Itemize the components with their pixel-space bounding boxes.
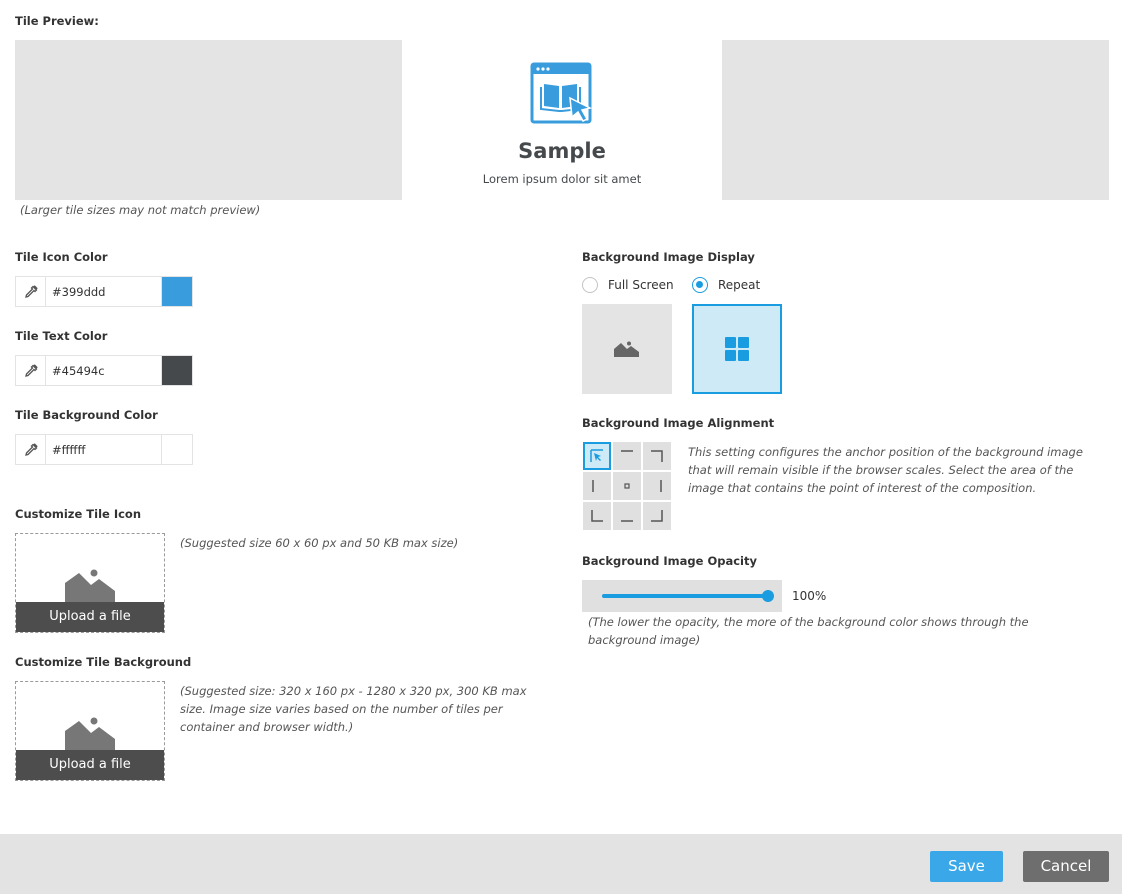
- grid-tiles-icon: [725, 337, 749, 361]
- icon-upload-note: (Suggested size 60 x 60 px and 50 KB max…: [180, 536, 459, 550]
- book-browser-icon: [530, 62, 594, 124]
- customize-tile-icon-label: Customize Tile Icon: [15, 507, 142, 521]
- icon-upload-button[interactable]: Upload a file: [16, 602, 164, 632]
- save-button[interactable]: Save: [930, 851, 1003, 882]
- opacity-note: (The lower the opacity, the more of the …: [588, 615, 1029, 647]
- alignment-note: This setting configures the anchor posit…: [688, 445, 1083, 495]
- background-display-label: Background Image Display: [582, 250, 755, 264]
- preview-note: (Larger tile sizes may not match preview…: [20, 203, 261, 217]
- tile-text-color-field: [15, 355, 193, 386]
- sample-title: Sample: [518, 139, 606, 163]
- tile-icon-color-swatch[interactable]: [162, 277, 192, 306]
- align-bottom-left[interactable]: [583, 502, 611, 530]
- tile-preview-label: Tile Preview:: [15, 14, 99, 28]
- tile-background-color-swatch[interactable]: [162, 435, 192, 464]
- corner-top-right-icon: [651, 450, 663, 462]
- tile-background-color-label: Tile Background Color: [15, 408, 158, 422]
- edge-left-icon: [592, 480, 594, 492]
- background-upload-button[interactable]: Upload a file: [16, 750, 164, 780]
- background-upload-note: (Suggested size: 320 x 160 px - 1280 x 3…: [180, 684, 527, 734]
- center-point-icon: [624, 483, 630, 489]
- tile-text-color-input[interactable]: [46, 356, 162, 385]
- preview-right-panel: [722, 40, 1109, 200]
- align-bottom-right[interactable]: [643, 502, 671, 530]
- tile-icon-color-label: Tile Icon Color: [15, 250, 108, 264]
- eyedropper-icon[interactable]: [16, 356, 46, 385]
- background-alignment-label: Background Image Alignment: [582, 416, 775, 430]
- display-repeat-card[interactable]: [692, 304, 782, 394]
- align-top-left[interactable]: [583, 442, 611, 470]
- corner-bottom-right-icon: [651, 510, 663, 522]
- image-placeholder-icon: [614, 341, 639, 357]
- background-opacity-label: Background Image Opacity: [582, 554, 757, 568]
- cancel-button[interactable]: Cancel: [1023, 851, 1109, 882]
- sample-subtitle: Lorem ipsum dolor sit amet: [482, 172, 642, 186]
- opacity-value: 100%: [792, 589, 827, 603]
- tile-background-color-field: [15, 434, 193, 465]
- align-middle-left[interactable]: [583, 472, 611, 500]
- anchor-arrow-icon: [590, 449, 603, 462]
- eyedropper-icon[interactable]: [16, 277, 46, 306]
- radio-full-screen-label: Full Screen: [608, 278, 674, 292]
- customize-tile-background-label: Customize Tile Background: [15, 655, 192, 669]
- tile-icon-color-field: [15, 276, 193, 307]
- eyedropper-icon[interactable]: [16, 435, 46, 464]
- opacity-slider-thumb[interactable]: [762, 590, 774, 602]
- radio-full-screen[interactable]: Full Screen: [582, 277, 674, 293]
- edge-bottom-icon: [621, 520, 633, 522]
- footer-bar: Save Cancel: [0, 834, 1122, 894]
- align-middle-right[interactable]: [643, 472, 671, 500]
- radio-repeat-label: Repeat: [718, 278, 761, 292]
- corner-bottom-left-icon: [591, 510, 603, 522]
- radio-repeat[interactable]: Repeat: [692, 277, 760, 293]
- align-top-right[interactable]: [643, 442, 671, 470]
- alignment-grid: [583, 442, 671, 530]
- tile-text-color-label: Tile Text Color: [15, 329, 108, 343]
- icon-upload-dropzone[interactable]: Upload a file: [15, 533, 165, 633]
- edge-top-icon: [621, 450, 633, 452]
- opacity-slider-track[interactable]: [602, 590, 774, 602]
- opacity-slider-fill: [602, 594, 768, 598]
- background-upload-dropzone[interactable]: Upload a file: [15, 681, 165, 781]
- align-center[interactable]: [613, 472, 641, 500]
- tile-text-color-swatch[interactable]: [162, 356, 192, 385]
- display-full-screen-card[interactable]: [582, 304, 672, 394]
- preview-left-panel: [15, 40, 402, 200]
- align-top-center[interactable]: [613, 442, 641, 470]
- tile-icon-color-input[interactable]: [46, 277, 162, 306]
- radio-full-screen-control[interactable]: [582, 277, 598, 293]
- tile-background-color-input[interactable]: [46, 435, 162, 464]
- opacity-slider[interactable]: [582, 580, 782, 612]
- radio-repeat-control[interactable]: [692, 277, 708, 293]
- edge-right-icon: [660, 480, 662, 492]
- align-bottom-center[interactable]: [613, 502, 641, 530]
